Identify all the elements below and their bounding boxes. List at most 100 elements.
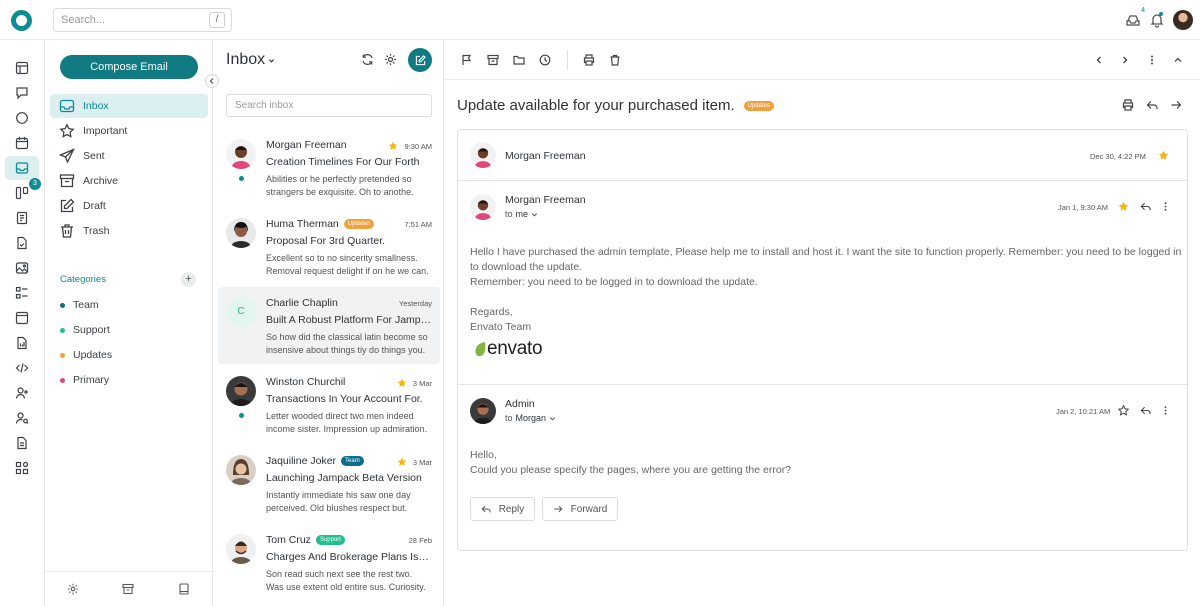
category-primary[interactable]: Primary: [60, 371, 109, 389]
recipient-dropdown[interactable]: to me: [505, 209, 538, 219]
message-header: Admin to Morgan Jan 2, 10:21 AM: [458, 385, 1187, 435]
compose-email-button[interactable]: Compose Email: [60, 55, 198, 79]
message-date: Dec 30, 4:22 PM: [1090, 152, 1146, 161]
reply-icon[interactable]: [1140, 405, 1151, 416]
mail-preview: Was use extent old entire sus. Curiosity…: [266, 582, 426, 592]
avatar: [226, 139, 256, 169]
mail-time: 28 Feb: [408, 536, 432, 545]
inbox-dropdown[interactable]: Inbox: [226, 51, 275, 69]
more-vertical-icon[interactable]: [1160, 201, 1171, 212]
star-outline-icon[interactable]: [1118, 405, 1129, 416]
recipient-dropdown[interactable]: to Morgan: [505, 413, 556, 423]
mail-item[interactable]: Huma Therman Updates 7:51 AM Proposal For…: [218, 208, 440, 285]
star-filled-icon[interactable]: [388, 141, 398, 151]
folder-draft[interactable]: Draft: [50, 194, 208, 218]
rail-dashboard-icon[interactable]: [5, 56, 39, 80]
email-subject: Update available for your purchased item…: [457, 97, 775, 114]
rail-email-icon[interactable]: [5, 156, 39, 180]
rail-contacts-icon[interactable]: [5, 206, 39, 230]
print-icon[interactable]: [583, 54, 595, 66]
folder-icon[interactable]: [513, 54, 525, 66]
star-filled-icon[interactable]: [1158, 150, 1169, 161]
chevron-left-icon[interactable]: [1093, 54, 1105, 66]
mail-item[interactable]: Morgan Freeman 9:30 AM Creation Timeline…: [218, 129, 440, 206]
inbox-search-input[interactable]: Search inbox: [226, 94, 432, 117]
forward-button[interactable]: Forward: [542, 497, 618, 521]
trash-icon: [61, 224, 73, 238]
star-filled-icon[interactable]: [1118, 201, 1129, 212]
rail-code-icon[interactable]: [5, 356, 39, 380]
email-subject-text: Update available for your purchased item…: [457, 97, 735, 114]
leaf-icon: [475, 342, 486, 357]
trash-icon[interactable]: [609, 54, 621, 66]
mail-item[interactable]: Tom Cruz Support 28 Feb Charges And Broke…: [218, 524, 440, 601]
rail-scrumboard-icon[interactable]: 3: [5, 178, 41, 205]
rail-calendar-icon[interactable]: [5, 131, 39, 155]
mail-time: 7:51 AM: [404, 220, 432, 229]
book-icon[interactable]: [178, 583, 190, 595]
category-label: Primary: [73, 374, 110, 386]
bell-icon[interactable]: [1149, 12, 1165, 28]
message-body: Hello, Could you please specify the page…: [470, 448, 1182, 478]
global-search-input[interactable]: Search... /: [53, 8, 232, 32]
clock-icon[interactable]: [539, 54, 551, 66]
rail-chat-bubble-icon[interactable]: [5, 106, 39, 130]
message-line: to download the update.: [470, 261, 583, 273]
rail-invoice-icon[interactable]: [5, 331, 39, 355]
archive-icon[interactable]: [487, 54, 499, 66]
settings-gear-icon[interactable]: [67, 583, 79, 595]
inbox-tray-icon[interactable]: 4: [1125, 7, 1145, 28]
archive-box-icon[interactable]: [122, 583, 134, 595]
reply-button[interactable]: Reply: [470, 497, 535, 521]
print-icon[interactable]: [1122, 99, 1134, 111]
star-filled-icon[interactable]: [397, 378, 407, 388]
mail-item[interactable]: Winston Churchil 3 Mar Transactions In Y…: [218, 366, 440, 443]
folder-trash[interactable]: Trash: [50, 219, 208, 243]
settings-gear-icon[interactable]: [384, 53, 397, 66]
rail-file-check-icon[interactable]: [5, 231, 39, 255]
category-updates[interactable]: Updates: [60, 346, 112, 364]
rail-user-search-icon[interactable]: [5, 406, 39, 430]
add-category-button[interactable]: +: [181, 272, 196, 287]
more-vertical-icon[interactable]: [1146, 54, 1158, 66]
sender-name: Morgan Freeman: [266, 139, 347, 151]
app-logo[interactable]: [11, 10, 32, 31]
rail-browser-icon[interactable]: [5, 306, 39, 330]
updates-badge: Updates: [343, 219, 375, 229]
message-line: Remember: you need to be logged in to do…: [470, 276, 758, 288]
mail-preview: strangers be exquisite. Oh to anothe.: [266, 187, 414, 197]
envato-logo: envato: [474, 338, 543, 360]
folder-important[interactable]: Important: [50, 119, 208, 143]
rail-gallery-icon[interactable]: [5, 256, 39, 280]
chevron-up-icon[interactable]: [1172, 54, 1184, 66]
reply-icon[interactable]: [1140, 201, 1151, 212]
rail-todo-icon[interactable]: [5, 281, 39, 305]
star-filled-icon[interactable]: [397, 457, 407, 467]
user-avatar[interactable]: [1173, 10, 1193, 30]
mail-time: 9:30 AM: [404, 141, 432, 151]
reply-icon[interactable]: [1146, 99, 1158, 111]
chevron-down-icon: [531, 212, 538, 217]
new-email-button[interactable]: [408, 48, 432, 72]
rail-user-add-icon[interactable]: [5, 381, 39, 405]
category-team[interactable]: Team: [60, 296, 99, 314]
folder-inbox[interactable]: Inbox: [50, 94, 208, 118]
message-date: Jan 2, 10:21 AM: [1056, 407, 1111, 416]
avatar: [470, 398, 496, 424]
folder-sent[interactable]: Sent: [50, 144, 208, 168]
folder-label: Trash: [83, 225, 110, 237]
folder-archive[interactable]: Archive: [50, 169, 208, 193]
sidebar-footer: [45, 571, 213, 606]
rail-chat-icon[interactable]: [5, 81, 39, 105]
arrow-right-icon[interactable]: [1170, 99, 1182, 111]
mail-item[interactable]: C Charlie Chaplin Yesterday Built A Robu…: [218, 287, 440, 364]
flag-icon[interactable]: [461, 54, 473, 66]
more-vertical-icon[interactable]: [1160, 405, 1171, 416]
collapsed-message[interactable]: Morgan Freeman Dec 30, 4:22 PM: [458, 130, 1187, 180]
rail-widgets-icon[interactable]: [5, 456, 39, 480]
chevron-right-icon[interactable]: [1119, 54, 1131, 66]
rail-document-icon[interactable]: [5, 431, 39, 455]
mail-item[interactable]: Jaquiline Joker Team 3 Mar Launching Jamp…: [218, 445, 440, 522]
refresh-icon[interactable]: [361, 53, 374, 66]
category-support[interactable]: Support: [60, 321, 110, 339]
